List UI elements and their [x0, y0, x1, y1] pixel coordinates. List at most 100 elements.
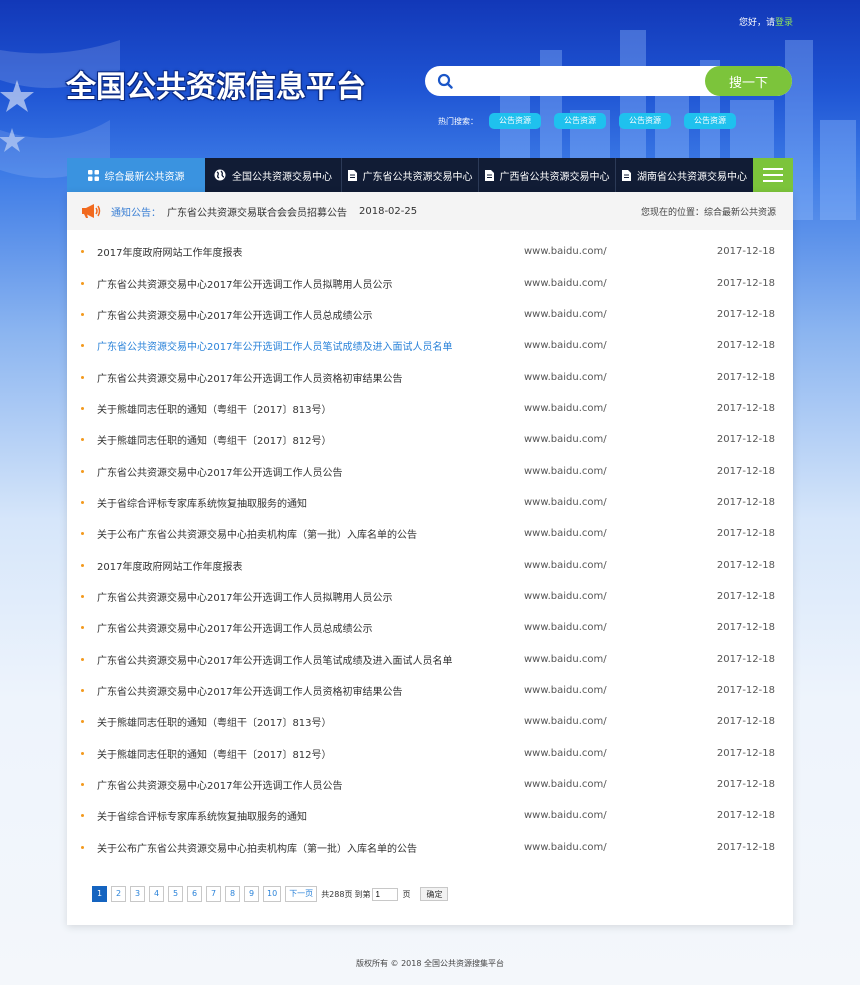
- list-item-title[interactable]: 关于熊雄同志任职的通知（粤组干〔2017〕812号）: [97, 432, 524, 447]
- list-item[interactable]: 关于公布广东省公共资源交易中心拍卖机构库（第一批）入库名单的公告 www.baid…: [81, 832, 775, 863]
- list-item[interactable]: 广东省公共资源交易中心2017年公开选调工作人员公告 www.baidu.com/…: [81, 455, 775, 486]
- list-item-title[interactable]: 2017年度政府网站工作年度报表: [97, 558, 524, 573]
- breadcrumb: 您现在的位置：综合最新公共资源: [640, 208, 776, 218]
- notice-link[interactable]: 广东省公共资源交易联合会会员招募公告: [167, 204, 347, 219]
- site-logo[interactable]: 全国公共资源信息平台: [66, 62, 366, 106]
- page-button[interactable]: 2: [111, 886, 126, 902]
- hot-search-tag[interactable]: 公告资源: [554, 113, 606, 129]
- list-item-date: 2017-12-18: [716, 590, 775, 602]
- page-button[interactable]: 3: [130, 886, 145, 902]
- list-item-url: www.baidu.com/: [524, 465, 607, 477]
- nav-item-label: 广东省公共资源交易中心: [362, 171, 473, 183]
- list-item[interactable]: 关于熊雄同志任职的通知（粤组干〔2017〕813号） www.baidu.com/…: [81, 706, 775, 737]
- nav-item-national[interactable]: 全国公共资源交易中心: [205, 158, 342, 192]
- list-item[interactable]: 广东省公共资源交易中心2017年公开选调工作人员公告 www.baidu.com/…: [81, 769, 775, 800]
- list-item-title[interactable]: 广东省公共资源交易中心2017年公开选调工作人员笔试成绩及进入面试人员名单: [97, 338, 524, 353]
- list-item-title[interactable]: 广东省公共资源交易中心2017年公开选调工作人员总成绩公示: [97, 307, 524, 322]
- page-button[interactable]: 1: [92, 886, 107, 902]
- list-item-title[interactable]: 广东省公共资源交易中心2017年公开选调工作人员拟聘用人员公示: [97, 589, 524, 604]
- page-button[interactable]: 7: [206, 886, 221, 902]
- bullet-icon: [81, 532, 84, 536]
- list-item-title[interactable]: 关于省综合评标专家库系统恢复抽取服务的通知: [97, 808, 524, 823]
- list-item-url: www.baidu.com/: [524, 402, 607, 414]
- list-item[interactable]: 关于省综合评标专家库系统恢复抽取服务的通知 www.baidu.com/2017-…: [81, 800, 775, 831]
- megaphone-icon: [82, 204, 101, 218]
- search-button[interactable]: 搜一下: [705, 66, 792, 96]
- list-item[interactable]: 广东省公共资源交易中心2017年公开选调工作人员拟聘用人员公示 www.baidu…: [81, 267, 775, 298]
- confirm-button[interactable]: 确定: [420, 887, 449, 901]
- list-item-date: 2017-12-18: [716, 779, 775, 791]
- nav-item-guangxi[interactable]: 广西省公共资源交易中心: [479, 158, 616, 192]
- list-item[interactable]: 关于熊雄同志任职的通知（粤组干〔2017〕813号） www.baidu.com/…: [81, 393, 775, 424]
- globe-icon: [214, 169, 226, 181]
- list-item-title[interactable]: 关于熊雄同志任职的通知（粤组干〔2017〕812号）: [97, 746, 524, 761]
- list-item-title[interactable]: 广东省公共资源交易中心2017年公开选调工作人员笔试成绩及进入面试人员名单: [97, 652, 524, 667]
- page-button[interactable]: 5: [168, 886, 183, 902]
- goto-page-input[interactable]: [372, 887, 399, 901]
- list-item-date: 2017-12-18: [716, 308, 775, 320]
- nav-item-guangdong[interactable]: 广东省公共资源交易中心: [342, 158, 479, 192]
- list-item-url: www.baidu.com/: [524, 246, 607, 258]
- list-item[interactable]: 2017年度政府网站工作年度报表 www.baidu.com/2017-12-18: [81, 236, 775, 267]
- bullet-icon: [81, 406, 84, 410]
- list-item-title[interactable]: 关于公布广东省公共资源交易中心拍卖机构库（第一批）入库名单的公告: [97, 526, 524, 541]
- search-input[interactable]: [463, 71, 703, 91]
- list-item[interactable]: 广东省公共资源交易中心2017年公开选调工作人员总成绩公示 www.baidu.c…: [81, 612, 775, 643]
- hot-search-tag[interactable]: 公告资源: [684, 113, 736, 129]
- page-button[interactable]: 4: [149, 886, 164, 902]
- hamburger-icon: [763, 174, 783, 176]
- list-item[interactable]: 广东省公共资源交易中心2017年公开选调工作人员笔试成绩及进入面试人员名单 www…: [81, 330, 775, 361]
- list-item[interactable]: 关于熊雄同志任职的通知（粤组干〔2017〕812号） www.baidu.com/…: [81, 424, 775, 455]
- content-panel: 通知公告： 广东省公共资源交易联合会会员招募公告 2018-02-25 您现在的…: [67, 192, 793, 925]
- notice-date: 2018-02-25: [359, 205, 418, 217]
- list-item-title[interactable]: 2017年度政府网站工作年度报表: [97, 244, 524, 259]
- list-item-title[interactable]: 关于熊雄同志任职的通知（粤组干〔2017〕813号）: [97, 401, 524, 416]
- hamburger-menu-button[interactable]: [753, 158, 793, 192]
- list-item-url: www.baidu.com/: [524, 684, 607, 696]
- page-button[interactable]: 10: [263, 886, 282, 902]
- hot-search-tag[interactable]: 公告资源: [619, 113, 671, 129]
- list-item-title[interactable]: 广东省公共资源交易中心2017年公开选调工作人员资格初审结果公告: [97, 370, 524, 385]
- notice-label: 通知公告：: [111, 207, 161, 219]
- list-item-title[interactable]: 广东省公共资源交易中心2017年公开选调工作人员资格初审结果公告: [97, 683, 524, 698]
- login-link[interactable]: 登录: [775, 18, 793, 28]
- list-item-date: 2017-12-18: [716, 246, 775, 258]
- list-item-url: www.baidu.com/: [524, 810, 607, 822]
- list-item[interactable]: 广东省公共资源交易中心2017年公开选调工作人员总成绩公示 www.baidu.c…: [81, 299, 775, 330]
- list-item[interactable]: 广东省公共资源交易中心2017年公开选调工作人员拟聘用人员公示 www.baidu…: [81, 581, 775, 612]
- list-item-date: 2017-12-18: [716, 402, 775, 414]
- page-unit-label: 页: [402, 889, 411, 899]
- list-item-url: www.baidu.com/: [524, 340, 607, 352]
- list-item-date: 2017-12-18: [716, 747, 775, 759]
- list-item-title[interactable]: 广东省公共资源交易中心2017年公开选调工作人员公告: [97, 777, 524, 792]
- goto-label: 到第: [354, 889, 371, 899]
- list-item-title[interactable]: 关于熊雄同志任职的通知（粤组干〔2017〕813号）: [97, 714, 524, 729]
- page-button[interactable]: 9: [244, 886, 259, 902]
- list-item[interactable]: 关于公布广东省公共资源交易中心拍卖机构库（第一批）入库名单的公告 www.baid…: [81, 518, 775, 549]
- list-item-url: www.baidu.com/: [524, 653, 607, 665]
- nav-item-label: 广西省公共资源交易中心: [499, 171, 610, 183]
- list-item[interactable]: 关于省综合评标专家库系统恢复抽取服务的通知 www.baidu.com/2017-…: [81, 487, 775, 518]
- list-item-title[interactable]: 关于公布广东省公共资源交易中心拍卖机构库（第一批）入库名单的公告: [97, 840, 524, 855]
- list-item-url: www.baidu.com/: [524, 308, 607, 320]
- bullet-icon: [81, 814, 84, 818]
- list-item[interactable]: 广东省公共资源交易中心2017年公开选调工作人员资格初审结果公告 www.baid…: [81, 675, 775, 706]
- page-button[interactable]: 6: [187, 886, 202, 902]
- list-item-title[interactable]: 广东省公共资源交易中心2017年公开选调工作人员总成绩公示: [97, 620, 524, 635]
- list-item[interactable]: 2017年度政府网站工作年度报表 www.baidu.com/2017-12-18: [81, 549, 775, 580]
- list-item-date: 2017-12-18: [716, 622, 775, 634]
- list-item[interactable]: 广东省公共资源交易中心2017年公开选调工作人员资格初审结果公告 www.baid…: [81, 361, 775, 392]
- hamburger-icon: [763, 168, 783, 170]
- list-item[interactable]: 关于熊雄同志任职的通知（粤组干〔2017〕812号） www.baidu.com/…: [81, 738, 775, 769]
- list-item[interactable]: 广东省公共资源交易中心2017年公开选调工作人员笔试成绩及进入面试人员名单 www…: [81, 643, 775, 674]
- page-button[interactable]: 8: [225, 886, 240, 902]
- list-item-date: 2017-12-18: [716, 841, 775, 853]
- next-page-button[interactable]: 下一页: [285, 886, 318, 902]
- hot-search-tag[interactable]: 公告资源: [489, 113, 541, 129]
- list-item-title[interactable]: 关于省综合评标专家库系统恢复抽取服务的通知: [97, 495, 524, 510]
- list-item-title[interactable]: 广东省公共资源交易中心2017年公开选调工作人员拟聘用人员公示: [97, 276, 524, 291]
- bullet-icon: [81, 594, 84, 598]
- nav-item-latest[interactable]: 综合最新公共资源: [67, 158, 205, 192]
- nav-item-hunan[interactable]: 湖南省公共资源交易中心: [616, 158, 753, 192]
- list-item-title[interactable]: 广东省公共资源交易中心2017年公开选调工作人员公告: [97, 464, 524, 479]
